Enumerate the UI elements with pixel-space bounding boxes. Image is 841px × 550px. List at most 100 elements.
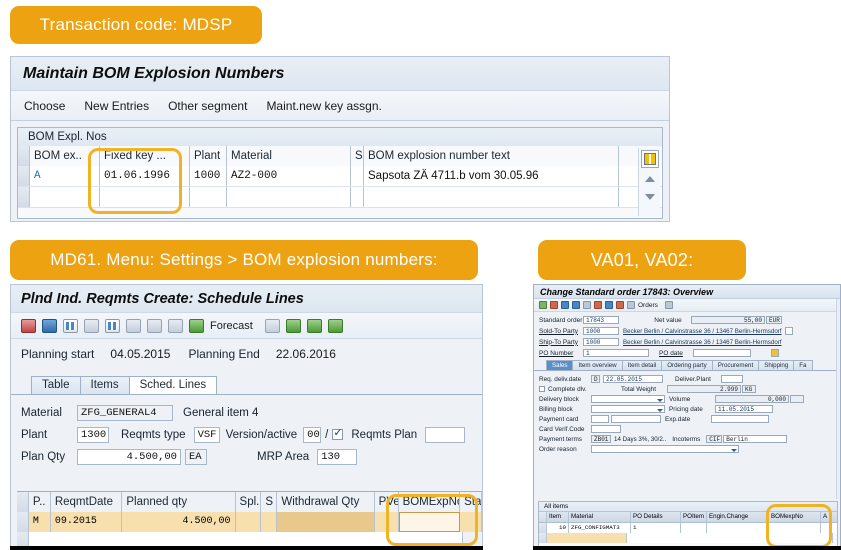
cell-pver[interactable] [374,512,399,532]
cell-material[interactable]: ZFG_CONFIGMAT3 [569,523,631,533]
table-settings-icon[interactable] [640,150,659,168]
deliver-plant-field[interactable] [721,375,743,383]
sold-to-field[interactable]: 1000 [583,327,619,335]
col-plant[interactable]: Plant [190,146,227,166]
cell-empty-amber[interactable] [547,533,627,543]
col-bom-exp-no[interactable]: BOMexpNo [769,512,821,522]
complete-dlv-checkbox[interactable] [539,386,545,392]
col-engin-change[interactable]: Engin.Change [707,512,769,522]
cell-bom-exp-no[interactable] [398,512,461,532]
payment-terms-code[interactable]: ZB01 [591,435,611,443]
cell-item[interactable]: 10 [547,523,569,533]
tab-ordering-party[interactable]: Ordering party [661,360,713,370]
material-field[interactable]: ZFG_GENERAL4 [77,404,173,421]
row-select-cell[interactable] [18,187,30,207]
version-active-checkbox[interactable] [332,426,344,440]
col-material[interactable]: Material [227,146,351,166]
cell-spl[interactable] [235,512,262,532]
va02-scrollbar[interactable] [836,299,840,499]
tab-item-detail[interactable]: Item detail [621,360,663,370]
col-bom-exp-no[interactable]: BOMExpNo [399,492,461,512]
bom-table-scrollbar[interactable] [638,148,660,216]
tab-procurement[interactable]: Procurement [711,360,760,370]
delivery-block-select[interactable] [591,395,665,403]
print-icon[interactable] [21,318,36,333]
menu-item-choose[interactable]: Choose [24,99,65,113]
orders-icon[interactable] [627,301,635,309]
tab-shipping[interactable]: Shipping [758,360,795,370]
tab-fa[interactable]: Fa [793,360,813,370]
row-select-cell[interactable] [18,166,30,186]
cell-po-item[interactable] [681,523,707,533]
col-sta[interactable]: Sta [460,492,482,512]
col-a[interactable]: A [821,512,831,522]
col-fixed-key[interactable]: Fixed key ... [100,146,190,166]
col-po-details[interactable]: PO Details [631,512,681,522]
col-s[interactable]: S [351,146,364,166]
sold-to-label[interactable]: Sold-To Party [539,328,583,335]
forecast-label[interactable]: Forecast [210,320,253,332]
arrow-up-icon[interactable] [642,172,658,186]
tab-sched-lines[interactable]: Sched. Lines [128,376,218,394]
edit-icon[interactable] [126,318,141,333]
cell-bom-text[interactable] [364,187,619,207]
exit-icon[interactable] [561,301,569,309]
row-select-cell[interactable] [539,533,547,543]
planning-start-value[interactable]: 04.05.2015 [110,347,170,361]
reqmts-type-field[interactable]: VSF [193,426,220,443]
layout-icon[interactable] [664,301,673,309]
pricing-date-field[interactable]: 11.05.2015 [715,405,773,413]
req-deliv-date-field[interactable]: 22.05.2015 [603,375,663,383]
back-icon[interactable] [550,301,558,309]
table-row[interactable] [18,187,662,208]
first-page-icon[interactable] [605,301,613,309]
cell-fixed-key[interactable]: 01.06.1996 [100,166,190,186]
plan-qty-uom[interactable]: EA [185,448,207,465]
export-icon[interactable] [327,318,343,333]
table-row[interactable]: A 01.06.1996 1000 AZ2-000 Sapsota ZÄ 471… [18,166,662,187]
tab-sales[interactable]: Sales [546,360,574,370]
delete-icon[interactable] [84,318,99,333]
col-material[interactable]: Material [569,512,631,522]
cell-bom-text[interactable]: Sapsota ZÄ 4711.b vom 30.05.96 [364,166,619,186]
row-select-cell[interactable] [539,523,547,533]
row-select-cell[interactable] [17,512,29,532]
po-number-label[interactable]: PO Number [539,350,583,357]
standard-order-field[interactable]: 17843 [583,316,619,324]
menu-item-new-entries[interactable]: New Entries [84,99,149,113]
col-pver[interactable]: PVer [375,492,399,512]
detail-icon[interactable] [285,318,301,333]
ship-to-label[interactable]: Ship-To Party [539,339,583,346]
col-reqmt-date[interactable]: ReqmtDate [51,492,123,512]
version-field[interactable]: 00 [303,426,322,443]
cell-a[interactable] [821,523,831,533]
cell-p[interactable]: M [28,512,51,532]
cell-withdrawal-qty[interactable] [277,512,375,532]
cell-s[interactable] [351,187,364,207]
plant-field[interactable]: 1300 [77,426,109,443]
incoterms-code[interactable]: CIF [706,435,723,443]
print-icon[interactable] [583,301,591,309]
cell-bom-exp-no[interactable] [769,523,821,533]
po-date-field[interactable] [693,349,751,357]
menu-item-maint-new-key-assgn[interactable]: Maint.new key assgn. [266,99,381,113]
cancel-icon[interactable] [572,301,580,309]
cell-s[interactable] [351,166,364,186]
cell-material[interactable]: AZ2-000 [227,166,351,186]
cell-s[interactable] [261,512,278,532]
tab-item-overview[interactable]: Item overview [572,360,623,370]
col-bom-ex[interactable]: BOM ex.. [30,146,100,166]
calculator-icon[interactable] [168,318,183,333]
card-verif-field[interactable] [591,425,621,433]
po-date-label[interactable]: PO date [659,350,693,357]
orders-label[interactable]: Orders [638,302,658,309]
save-icon[interactable] [539,301,547,309]
plan-qty-field[interactable]: 4.500,00 [77,448,181,465]
billing-block-select[interactable] [591,405,665,413]
list-icon[interactable] [306,318,322,333]
reqmts-plan-field[interactable] [425,426,466,443]
cell-reqmt-date[interactable]: 09.2015 [50,512,123,532]
tab-table[interactable]: Table [31,376,81,394]
tab-items[interactable]: Items [79,376,130,394]
table-row-empty[interactable] [539,533,837,543]
